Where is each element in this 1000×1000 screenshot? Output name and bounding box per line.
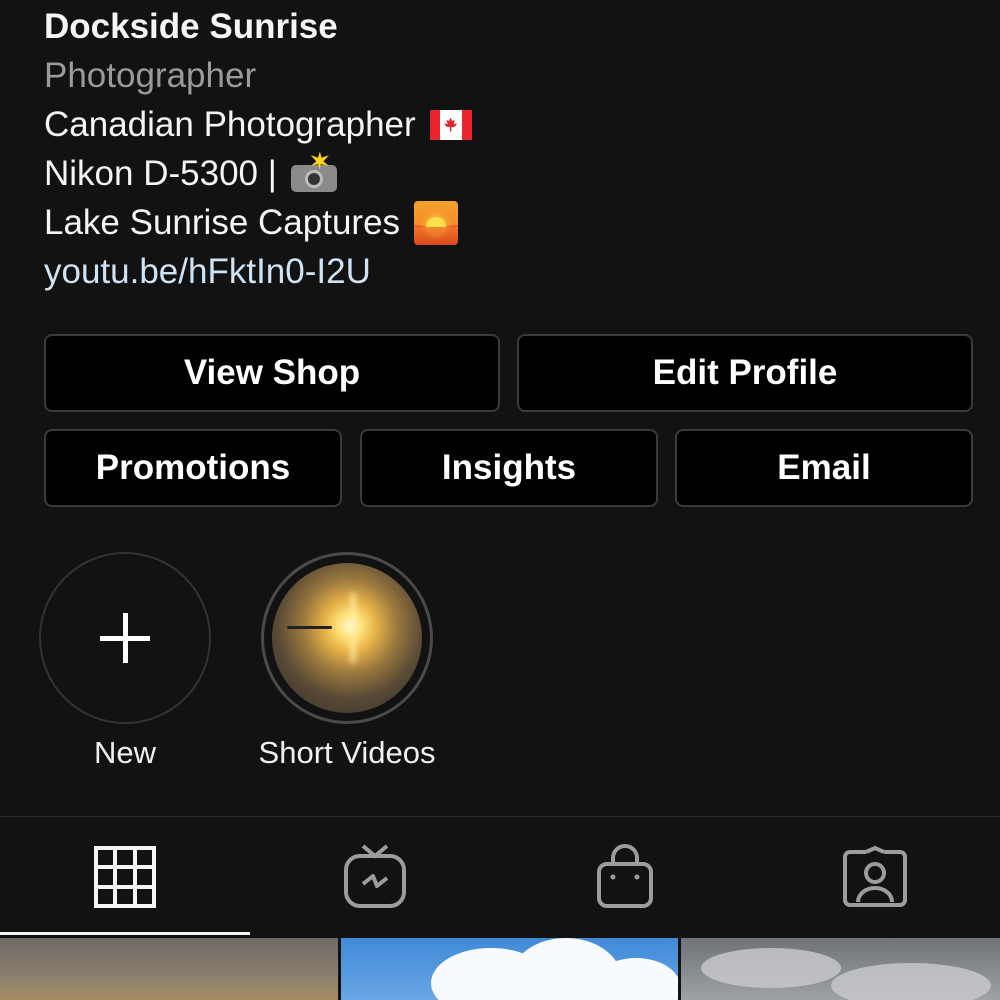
profile-tab-bar xyxy=(0,816,1000,939)
bio-line-3: Lake Sunrise Captures xyxy=(44,198,472,247)
post-grid xyxy=(0,938,1000,1000)
edit-profile-button[interactable]: Edit Profile xyxy=(517,334,973,412)
sunrise-icon xyxy=(414,200,459,245)
highlight-cover-image xyxy=(272,563,422,713)
bio-line-2: Nikon D-5300 | xyxy=(44,149,472,198)
igtv-icon xyxy=(344,844,406,908)
post-thumbnail[interactable] xyxy=(341,938,678,1000)
profile-category: Photographer xyxy=(44,56,257,95)
active-tab-indicator xyxy=(0,932,250,935)
insights-button[interactable]: Insights xyxy=(360,429,658,507)
email-button[interactable]: Email xyxy=(675,429,973,507)
promotions-button[interactable]: Promotions xyxy=(44,429,342,507)
bio-line-text: Canadian Photographer xyxy=(44,105,416,144)
grid-icon xyxy=(94,846,156,908)
tab-shop[interactable] xyxy=(500,817,750,937)
canada-flag-icon xyxy=(429,109,472,140)
profile-name: Dockside Sunrise xyxy=(44,7,338,46)
highlight-label-short-videos: Short Videos xyxy=(258,735,436,770)
post-thumbnail[interactable] xyxy=(0,938,338,1000)
profile-bio: Dockside Sunrise Photographer Canadian P… xyxy=(44,0,472,296)
bio-line-text: Nikon D-5300 | xyxy=(44,154,277,193)
bio-line-1: Canadian Photographer xyxy=(44,100,472,149)
tagged-person-icon xyxy=(843,846,907,907)
tab-grid[interactable] xyxy=(0,817,250,937)
new-highlight-button[interactable] xyxy=(39,552,211,724)
shopping-bag-icon xyxy=(597,844,653,908)
tab-tagged[interactable] xyxy=(750,817,1000,937)
highlight-short-videos[interactable] xyxy=(261,552,433,724)
view-shop-button[interactable]: View Shop xyxy=(44,334,500,412)
post-thumbnail[interactable] xyxy=(681,938,1000,1000)
camera-with-flash-icon xyxy=(290,151,337,192)
plus-icon xyxy=(100,613,150,663)
tab-igtv[interactable] xyxy=(250,817,500,937)
highlight-label-new: New xyxy=(93,735,156,770)
bio-line-text: Lake Sunrise Captures xyxy=(44,203,401,242)
profile-link[interactable]: youtu.be/hFktIn0-I2U xyxy=(44,247,472,296)
